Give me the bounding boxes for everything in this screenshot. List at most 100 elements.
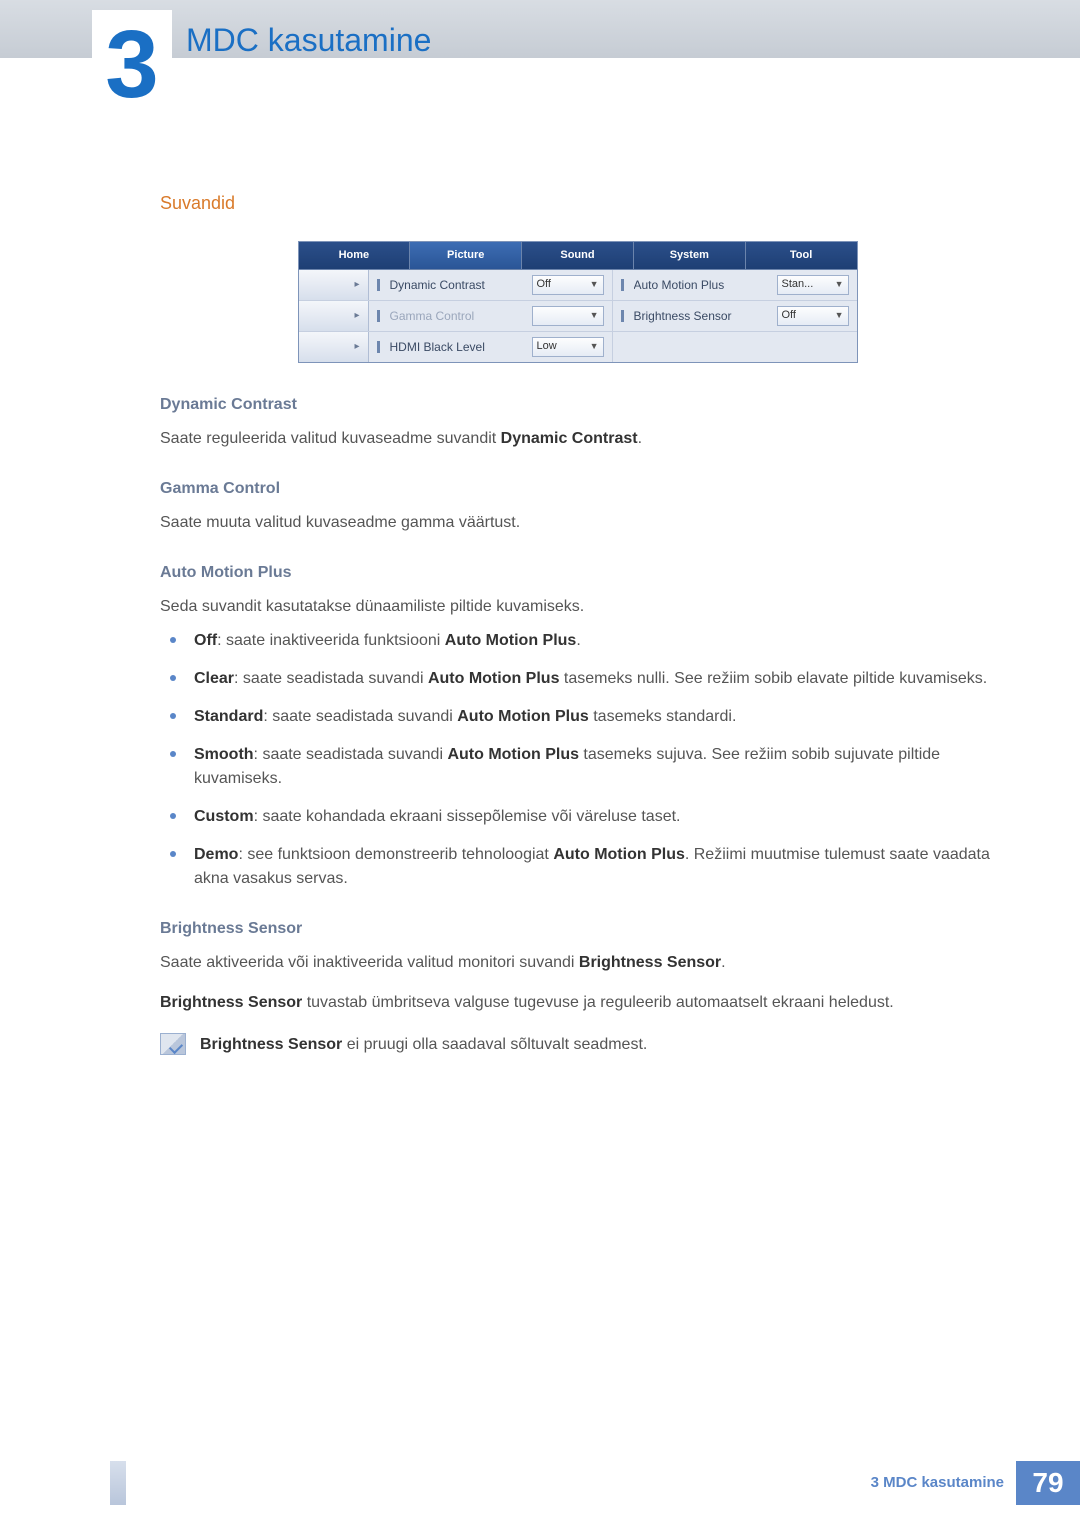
select-value: Off bbox=[537, 276, 551, 293]
text-amp-intro: Seda suvandit kasutatakse dünaamiliste p… bbox=[160, 595, 995, 619]
dynamic-contrast-select[interactable]: Off ▼ bbox=[532, 275, 604, 295]
text-fragment: ei pruugi olla saadaval sõltuvalt seadme… bbox=[342, 1036, 647, 1053]
setting-gamma-control: Gamma Control ▼ bbox=[369, 301, 613, 331]
chevron-down-icon: ▼ bbox=[835, 309, 844, 323]
text-bold: Auto Motion Plus bbox=[457, 708, 589, 725]
row-expand-button[interactable]: ▸ bbox=[299, 301, 369, 331]
select-value: Off bbox=[782, 307, 796, 324]
heading-brightness-sensor: Brightness Sensor bbox=[160, 917, 995, 941]
page-number: 79 bbox=[1016, 1461, 1080, 1505]
list-item: Clear: saate seadistada suvandi Auto Mot… bbox=[160, 667, 995, 691]
list-item: Custom: saate kohandada ekraani sissepõl… bbox=[160, 805, 995, 829]
settings-row: ▸ HDMI Black Level Low ▼ bbox=[299, 331, 857, 362]
note-icon bbox=[160, 1033, 186, 1055]
tab-picture[interactable]: Picture bbox=[410, 242, 522, 269]
empty-cell bbox=[613, 332, 857, 362]
text-bold: Brightness Sensor bbox=[200, 1036, 342, 1053]
row-expand-button[interactable]: ▸ bbox=[299, 332, 369, 362]
text-fragment: : saate seadistada suvandi bbox=[254, 746, 448, 763]
text-fragment: . bbox=[721, 954, 725, 971]
tab-tool[interactable]: Tool bbox=[746, 242, 857, 269]
text-gamma-control: Saate muuta valitud kuvaseadme gamma vää… bbox=[160, 511, 995, 535]
field-marker-icon bbox=[377, 341, 380, 353]
chapter-number: 3 bbox=[105, 17, 158, 113]
text-bold: Auto Motion Plus bbox=[553, 846, 685, 863]
chapter-title: MDC kasutamine bbox=[186, 16, 431, 64]
setting-auto-motion-plus: Auto Motion Plus Stan... ▼ bbox=[613, 270, 857, 300]
page-footer: 3 MDC kasutamine 79 bbox=[871, 1461, 1080, 1505]
text-bs-1: Saate aktiveerida või inaktiveerida vali… bbox=[160, 951, 995, 975]
list-item: Standard: saate seadistada suvandi Auto … bbox=[160, 705, 995, 729]
option-name: Standard bbox=[194, 708, 263, 725]
setting-hdmi-black-level: HDMI Black Level Low ▼ bbox=[369, 332, 613, 362]
field-marker-icon bbox=[621, 310, 624, 322]
option-name: Clear bbox=[194, 670, 234, 687]
settings-panel-screenshot: Home Picture Sound System Tool ▸ Dynamic… bbox=[298, 241, 858, 363]
setting-brightness-sensor: Brightness Sensor Off ▼ bbox=[613, 301, 857, 331]
settings-rows: ▸ Dynamic Contrast Off ▼ Auto Motion Plu… bbox=[299, 270, 857, 362]
text-fragment: tasemeks standardi. bbox=[589, 708, 737, 725]
text-fragment: tasemeks nulli. See režiim sobib elavate… bbox=[559, 670, 987, 687]
text-bs-2: Brightness Sensor tuvastab ümbritseva va… bbox=[160, 991, 995, 1015]
setting-label: Dynamic Contrast bbox=[390, 276, 526, 294]
text-fragment: . bbox=[576, 632, 580, 649]
select-value: Low bbox=[537, 338, 557, 355]
field-marker-icon bbox=[377, 279, 380, 291]
text-dynamic-contrast: Saate reguleerida valitud kuvaseadme suv… bbox=[160, 427, 995, 451]
tab-sound[interactable]: Sound bbox=[522, 242, 634, 269]
field-marker-icon bbox=[377, 310, 380, 322]
text-fragment: Saate aktiveerida või inaktiveerida vali… bbox=[160, 954, 579, 971]
auto-motion-plus-select[interactable]: Stan... ▼ bbox=[777, 275, 849, 295]
text-fragment: tuvastab ümbritseva valguse tugevuse ja … bbox=[302, 994, 893, 1011]
option-name: Custom bbox=[194, 808, 254, 825]
list-item: Off: saate inaktiveerida funktsiooni Aut… bbox=[160, 629, 995, 653]
list-item: Smooth: saate seadistada suvandi Auto Mo… bbox=[160, 743, 995, 791]
text-fragment: : saate seadistada suvandi bbox=[263, 708, 457, 725]
select-value: Stan... bbox=[782, 276, 814, 293]
text-bold: Auto Motion Plus bbox=[447, 746, 579, 763]
text-bold: Brightness Sensor bbox=[579, 954, 721, 971]
setting-label: HDMI Black Level bbox=[390, 338, 526, 356]
text-fragment: . bbox=[638, 430, 642, 447]
page-content: Suvandid Home Picture Sound System Tool … bbox=[160, 190, 995, 1057]
text-bold: Dynamic Contrast bbox=[501, 430, 638, 447]
brightness-sensor-select[interactable]: Off ▼ bbox=[777, 306, 849, 326]
heading-gamma-control: Gamma Control bbox=[160, 477, 995, 501]
text-fragment: Saate reguleerida valitud kuvaseadme suv… bbox=[160, 430, 501, 447]
setting-label: Brightness Sensor bbox=[634, 307, 771, 325]
footer-accent-stripe bbox=[110, 1461, 126, 1505]
setting-label: Auto Motion Plus bbox=[634, 276, 771, 294]
section-title: Suvandid bbox=[160, 190, 995, 217]
option-name: Demo bbox=[194, 846, 238, 863]
chapter-block: 3 MDC kasutamine bbox=[92, 10, 431, 120]
text-fragment: : saate inaktiveerida funktsiooni bbox=[217, 632, 445, 649]
row-expand-button[interactable]: ▸ bbox=[299, 270, 369, 300]
gamma-control-select: ▼ bbox=[532, 306, 604, 326]
option-name: Smooth bbox=[194, 746, 254, 763]
setting-label: Gamma Control bbox=[390, 307, 526, 325]
chevron-down-icon: ▼ bbox=[835, 278, 844, 292]
setting-dynamic-contrast: Dynamic Contrast Off ▼ bbox=[369, 270, 613, 300]
hdmi-black-level-select[interactable]: Low ▼ bbox=[532, 337, 604, 357]
note-text: Brightness Sensor ei pruugi olla saadava… bbox=[200, 1033, 647, 1057]
heading-auto-motion-plus: Auto Motion Plus bbox=[160, 561, 995, 585]
option-name: Off bbox=[194, 632, 217, 649]
text-fragment: : saate seadistada suvandi bbox=[234, 670, 428, 687]
field-marker-icon bbox=[621, 279, 624, 291]
chevron-down-icon: ▼ bbox=[590, 309, 599, 323]
chevron-down-icon: ▼ bbox=[590, 340, 599, 354]
tab-home[interactable]: Home bbox=[299, 242, 411, 269]
text-fragment: : saate kohandada ekraani sissepõlemise … bbox=[254, 808, 681, 825]
text-bold: Brightness Sensor bbox=[160, 994, 302, 1011]
chapter-number-box: 3 bbox=[92, 10, 172, 120]
chevron-down-icon: ▼ bbox=[590, 278, 599, 292]
tab-system[interactable]: System bbox=[634, 242, 746, 269]
heading-dynamic-contrast: Dynamic Contrast bbox=[160, 393, 995, 417]
tab-bar: Home Picture Sound System Tool bbox=[299, 242, 857, 270]
note-block: Brightness Sensor ei pruugi olla saadava… bbox=[160, 1033, 995, 1057]
text-bold: Auto Motion Plus bbox=[428, 670, 560, 687]
text-fragment: : see funktsioon demonstreerib tehnoloog… bbox=[238, 846, 553, 863]
list-item: Demo: see funktsioon demonstreerib tehno… bbox=[160, 843, 995, 891]
settings-row: ▸ Dynamic Contrast Off ▼ Auto Motion Plu… bbox=[299, 270, 857, 300]
text-bold: Auto Motion Plus bbox=[445, 632, 577, 649]
